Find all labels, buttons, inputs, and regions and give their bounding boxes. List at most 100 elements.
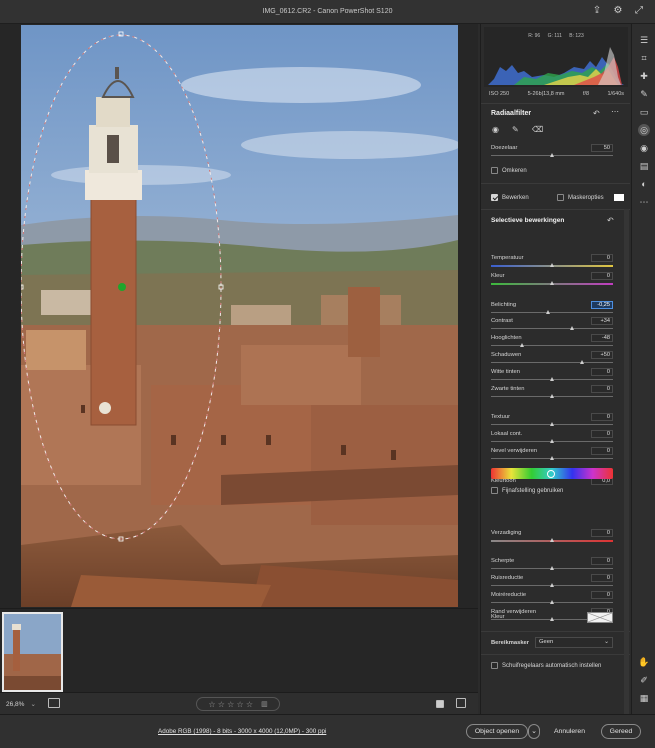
star-rating[interactable]: ☆ ☆ ☆ ☆ ☆ (208, 700, 253, 709)
slider-textuur[interactable]: Textuur 0 (491, 413, 613, 428)
slider-kleur[interactable]: Kleur 0 (491, 272, 613, 287)
auto-sliders-checkbox[interactable]: Schuifregelaars automatisch instellen (491, 662, 601, 669)
auto-cb[interactable] (491, 662, 498, 669)
fine-adjust-checkbox[interactable]: Fijnafstelling gebruiken (491, 487, 563, 494)
slider-ruisreductie[interactable]: Ruisreductie 0 (491, 574, 613, 589)
slider-nevel-verwijderen[interactable]: Nevel verwijderen 0 (491, 447, 613, 462)
slider-value[interactable]: 0 (591, 447, 613, 455)
slider-knob[interactable] (549, 456, 554, 460)
slider-knob[interactable] (549, 583, 554, 587)
color-swatch[interactable] (587, 612, 613, 623)
open-object-button[interactable]: Object openen (466, 724, 528, 739)
slider-knob[interactable] (549, 439, 554, 443)
slider-value[interactable]: +50 (591, 351, 613, 359)
canvas-area[interactable] (0, 24, 478, 608)
filmstrip-toggle-icon[interactable] (48, 698, 60, 708)
radial-filter-icon[interactable]: ◎ (638, 124, 650, 136)
before-after-icon[interactable] (456, 698, 466, 708)
invert-checkbox[interactable]: Omkeren (491, 167, 527, 174)
slider-knob[interactable] (549, 394, 554, 398)
slider-hooglichten[interactable]: Hooglichten -48 (491, 334, 613, 349)
feather-knob[interactable] (549, 153, 554, 157)
hand-icon[interactable]: ✋ (638, 656, 650, 668)
slider-schaduwen[interactable]: Schaduwen +50 (491, 351, 613, 366)
adjustment-brush-icon[interactable]: ✎ (638, 88, 650, 100)
workflow-options-link[interactable]: Adobe RGB (1998) - 8 bits - 3000 x 4000 … (158, 728, 326, 735)
invert-cb[interactable] (491, 167, 498, 174)
slider-moir-reductie[interactable]: Moiréreductie 0 (491, 591, 613, 606)
eraser-icon[interactable]: ⌫ (532, 125, 543, 134)
slider-belichting[interactable]: Belichting -0,25 (491, 301, 613, 316)
trash-icon[interactable]: ▥ (261, 700, 268, 708)
reset-selective-icon[interactable]: ↶ (607, 216, 614, 225)
mask-color-swatch[interactable] (613, 194, 624, 201)
export-icon[interactable]: ⇪ (591, 5, 603, 17)
slider-knob[interactable] (549, 422, 554, 426)
slider-track[interactable] (491, 345, 613, 346)
slider-knob[interactable] (549, 281, 554, 285)
edit-checkbox[interactable]: Bewerken (491, 194, 529, 201)
hue-knob[interactable] (547, 470, 555, 478)
panel-scrollbar[interactable] (624, 209, 629, 714)
feather-value[interactable]: 50 (591, 144, 613, 152)
crop-icon[interactable]: ⌗ (638, 52, 650, 64)
edit-cb[interactable] (491, 194, 498, 201)
brush-icon[interactable]: ✎ (512, 125, 519, 134)
photo-preview[interactable] (21, 25, 458, 607)
slider-value[interactable]: -0,25 (591, 301, 613, 309)
slider-track[interactable] (491, 328, 613, 329)
healing-icon[interactable]: ✚ (638, 70, 650, 82)
eyedropper-icon[interactable]: ✐ (638, 674, 650, 686)
slider-value[interactable]: 0 (591, 254, 613, 262)
filmstrip-thumbnail[interactable] (2, 612, 63, 692)
slider-scherpte[interactable]: Scherpte 0 (491, 557, 613, 572)
more-tools-icon[interactable]: ⋯ (638, 196, 650, 208)
rating-stars[interactable]: ☆ ☆ ☆ ☆ ☆ ▥ (196, 697, 280, 711)
grid-icon[interactable]: ▦ (638, 692, 650, 704)
slider-contrast[interactable]: Contrast +34 (491, 317, 613, 332)
reset-icon[interactable]: ↶ (593, 109, 600, 118)
slider-track[interactable] (491, 362, 613, 363)
open-options-dropdown[interactable]: ⌄ (528, 724, 540, 739)
slider-verzadiging[interactable]: Verzadiging 0 (491, 529, 613, 544)
slider-value[interactable]: 0 (591, 430, 613, 438)
gear-icon[interactable]: ⚙ (612, 5, 624, 17)
slider-knob[interactable] (549, 377, 554, 381)
slider-knob[interactable] (580, 360, 584, 364)
slider-track[interactable] (491, 312, 613, 313)
slider-value[interactable]: -48 (591, 334, 613, 342)
fine-cb[interactable] (491, 487, 498, 494)
more-icon[interactable]: ⋯ (611, 107, 619, 116)
view-single-icon[interactable] (436, 700, 444, 708)
new-mask-icon[interactable]: ◉ (492, 125, 499, 134)
mask-options-checkbox[interactable]: Maskeropties (557, 194, 624, 201)
slider-knob[interactable] (549, 263, 554, 267)
snapshots-icon[interactable]: ▤ (638, 160, 650, 172)
feather-slider[interactable]: Doezelaar 50 (491, 144, 613, 159)
slider-temperatuur[interactable]: Temperatuur 0 (491, 254, 613, 269)
sliders-icon[interactable]: ☰ (638, 34, 650, 46)
zoom-dropdown[interactable]: 26,8% ⌄ (6, 700, 36, 708)
slider-knob[interactable] (549, 600, 554, 604)
mask-cb[interactable] (557, 194, 564, 201)
cancel-button[interactable]: Annuleren (554, 728, 585, 735)
slider-witte-tinten[interactable]: Witte tinten 0 (491, 368, 613, 383)
range-mask-select[interactable]: Geen ⌄ (535, 637, 613, 648)
slider-knob[interactable] (549, 538, 554, 542)
slider-value[interactable]: 0 (591, 529, 613, 537)
slider-knob[interactable] (549, 566, 554, 570)
expand-icon[interactable]: ⤢ (633, 5, 645, 17)
graduated-filter-icon[interactable]: ▭ (638, 106, 650, 118)
slider-knob[interactable] (520, 343, 525, 347)
slider-value[interactable]: 0 (591, 557, 613, 565)
slider-knob[interactable] (570, 326, 575, 330)
slider-knob[interactable] (545, 310, 550, 314)
slider-value[interactable]: +34 (591, 317, 613, 325)
presets-icon[interactable]: ◐ (638, 178, 650, 190)
slider-value[interactable]: 0 (591, 591, 613, 599)
slider-lokaal-cont-[interactable]: Lokaal cont. 0 (491, 430, 613, 445)
red-eye-icon[interactable]: ◉ (638, 142, 650, 154)
slider-value[interactable]: 0 (591, 574, 613, 582)
slider-zwarte-tinten[interactable]: Zwarte tinten 0 (491, 385, 613, 400)
done-button[interactable]: Gereed (601, 724, 641, 739)
